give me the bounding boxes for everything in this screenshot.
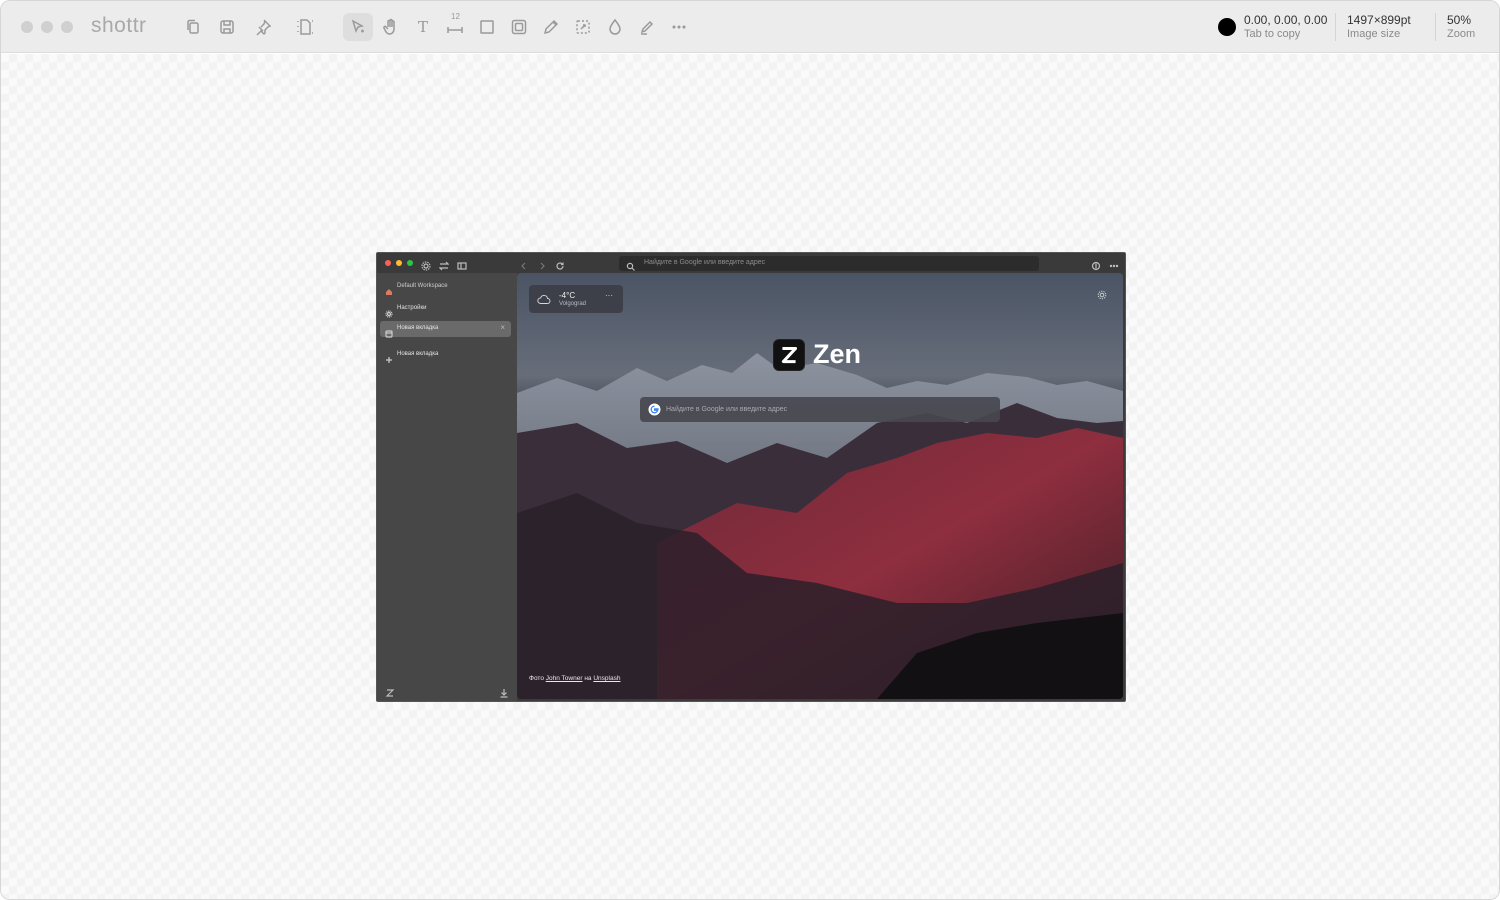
weather-temp: -4°C (559, 291, 576, 300)
browser-menu-icon (1109, 258, 1119, 268)
browser-extension-icon (1091, 258, 1101, 271)
gear-icon (385, 305, 393, 318)
new-tab-page: -4°C Volgograd ··· Zen Найдите в Google … (517, 273, 1123, 699)
weather-widget: -4°C Volgograd ··· (529, 285, 623, 313)
browser-zoom-dot (407, 260, 413, 266)
mountain-background (517, 353, 1123, 699)
credit-source-link: Unsplash (593, 675, 621, 682)
browser-url-bar: Найдите в Google или введите адрес (619, 256, 1039, 271)
save-icon[interactable] (213, 13, 241, 41)
browser-minimize-dot (396, 260, 402, 266)
download-icon (499, 685, 509, 698)
marker-icon[interactable] (633, 13, 661, 41)
page-settings-icon (1097, 287, 1107, 300)
image-size-value: 1497×899pt (1347, 13, 1411, 27)
zen-wordmark: Zen (813, 339, 862, 369)
current-tab-label: Новая вкладка (397, 325, 439, 331)
text-icon[interactable]: T (409, 13, 437, 41)
photo-credit: Фото John Towner на Unsplash (529, 675, 620, 682)
browser-sidebar-icon (457, 258, 467, 270)
divider (1435, 13, 1436, 41)
select-icon[interactable] (343, 13, 373, 41)
titlebar: shottr T 12 0.00, 0.00, 0.00 Tab to copy… (1, 1, 1499, 53)
zoom-info[interactable]: 50% Zoom (1447, 13, 1475, 41)
divider (1335, 13, 1336, 41)
workspace-item: Default Workspace (380, 279, 511, 295)
ruler-label: 12 (451, 12, 460, 21)
url-search-icon (626, 259, 636, 271)
credit-prefix: Фото (529, 675, 544, 682)
zoom-value: 50% (1447, 13, 1472, 27)
close-button[interactable] (21, 21, 33, 33)
browser-forward-icon (537, 258, 547, 270)
browser-sync-icon (438, 258, 450, 271)
browser-close-dot (385, 260, 391, 266)
more-icon[interactable] (665, 13, 693, 41)
tab-close-icon: × (500, 323, 505, 332)
color-swatch (1218, 18, 1236, 36)
pin-icon[interactable] (249, 13, 277, 41)
crop-icon[interactable] (569, 13, 597, 41)
zen-small-icon (385, 685, 395, 697)
color-value: 0.00, 0.00, 0.00 (1244, 13, 1328, 27)
workspace-label: Default Workspace (397, 283, 448, 289)
weather-more-icon: ··· (605, 291, 613, 300)
browser-settings-icon (421, 258, 431, 271)
rectangle-icon[interactable] (473, 13, 501, 41)
home-icon (385, 283, 393, 295)
current-tab-item: Новая вкладка × (380, 321, 511, 338)
settings-label: Настройки (397, 305, 427, 311)
color-hint: Tab to copy (1244, 28, 1301, 40)
screenshot-image[interactable]: Найдите в Google или введите адрес Defau… (376, 252, 1126, 702)
zoom-label: Zoom (1447, 28, 1476, 40)
browser-sidebar: Default Workspace Настройки Новая вкладк… (377, 273, 517, 701)
minimize-button[interactable] (41, 21, 53, 33)
google-icon (648, 403, 661, 416)
weather-city: Volgograd (559, 301, 587, 307)
window-controls (21, 21, 73, 33)
browser-toolbar: Найдите в Google или введите адрес (377, 253, 1125, 273)
url-placeholder: Найдите в Google или введите адрес (644, 259, 766, 266)
image-canvas[interactable]: Найдите в Google или введите адрес Defau… (1, 54, 1499, 899)
browser-reload-icon (555, 258, 565, 270)
page-icon[interactable] (291, 13, 319, 41)
ruler-icon[interactable]: 12 (441, 12, 469, 41)
plus-icon (385, 351, 393, 363)
copy-icon[interactable] (179, 13, 207, 41)
browser-back-icon (519, 258, 529, 270)
cloud-icon (537, 295, 551, 304)
credit-author-link: John Towner (545, 675, 583, 682)
hand-icon[interactable] (377, 13, 405, 41)
image-size-label: Image size (1347, 28, 1401, 40)
tab-icon (385, 325, 393, 338)
new-tab-item: Новая вкладка (380, 347, 511, 363)
color-info[interactable]: 0.00, 0.00, 0.00 Tab to copy (1244, 13, 1327, 41)
page-search-box: Найдите в Google или введите адрес (640, 397, 1000, 422)
app-name: shottr (91, 14, 147, 37)
frame-icon[interactable] (505, 13, 533, 41)
drop-icon[interactable] (601, 13, 629, 41)
settings-item: Настройки (380, 301, 511, 318)
shottr-window: shottr T 12 0.00, 0.00, 0.00 Tab to copy… (0, 0, 1500, 900)
credit-on: на (584, 675, 592, 682)
zoom-button[interactable] (61, 21, 73, 33)
zen-logo-icon (773, 339, 805, 371)
new-tab-label: Новая вкладка (397, 351, 439, 357)
image-size-info: 1497×899pt Image size (1347, 13, 1411, 41)
pencil-icon[interactable] (537, 13, 565, 41)
page-search-placeholder: Найдите в Google или введите адрес (666, 406, 788, 413)
